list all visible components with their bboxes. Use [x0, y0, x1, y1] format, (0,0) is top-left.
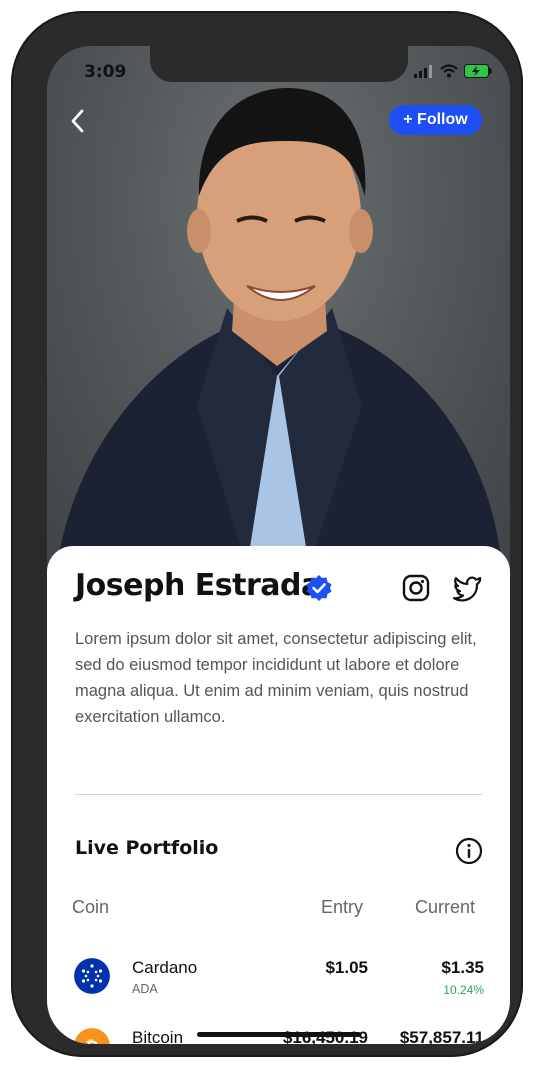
- coin-name: Cardano: [132, 958, 198, 977]
- follow-button[interactable]: + Follow: [389, 105, 482, 135]
- column-header-entry: Entry: [321, 897, 364, 917]
- column-header-coin: Coin: [72, 897, 110, 917]
- twitter-icon[interactable]: [452, 574, 482, 602]
- cellular-signal-icon: [414, 65, 432, 78]
- instagram-icon[interactable]: [402, 574, 430, 602]
- info-icon[interactable]: [455, 837, 483, 865]
- cardano-logo-icon: [74, 958, 110, 994]
- screen: 3:09 + Follow Joseph Estrada Lorem ipsum…: [47, 46, 510, 1044]
- battery-charging-icon: [464, 64, 492, 78]
- coin-symbol: ADA: [132, 982, 158, 996]
- notch: [150, 46, 408, 82]
- portfolio-row[interactable]: Cardano ADA $1.05 $1.35 10.24%: [47, 956, 510, 1016]
- price-change: 10.24%: [443, 983, 484, 997]
- verified-badge-icon: [306, 575, 332, 601]
- coin-name: Bitcoin: [132, 1028, 184, 1044]
- profile-card: Joseph Estrada Lorem ipsum dolor sit ame…: [47, 546, 510, 1044]
- back-arrow-icon[interactable]: [67, 108, 93, 134]
- svg-text:₿: ₿: [85, 1037, 98, 1044]
- current-price: $57,857.11: [399, 1028, 484, 1044]
- portfolio-title: Live Portfolio: [75, 837, 219, 859]
- entry-price: $1.05: [325, 958, 368, 977]
- divider: [75, 794, 482, 795]
- status-time: 3:09: [84, 62, 127, 82]
- home-indicator[interactable]: [197, 1032, 361, 1037]
- profile-name: Joseph Estrada: [75, 568, 321, 603]
- profile-bio: Lorem ipsum dolor sit amet, consectetur …: [75, 630, 477, 726]
- status-icons: [414, 64, 492, 78]
- bitcoin-logo-icon: ₿: [74, 1028, 110, 1044]
- wifi-icon: [440, 64, 458, 78]
- column-header-current: Current: [415, 897, 476, 917]
- phone-frame: 3:09 + Follow Joseph Estrada Lorem ipsum…: [11, 11, 523, 1057]
- current-price: $1.35: [441, 958, 484, 977]
